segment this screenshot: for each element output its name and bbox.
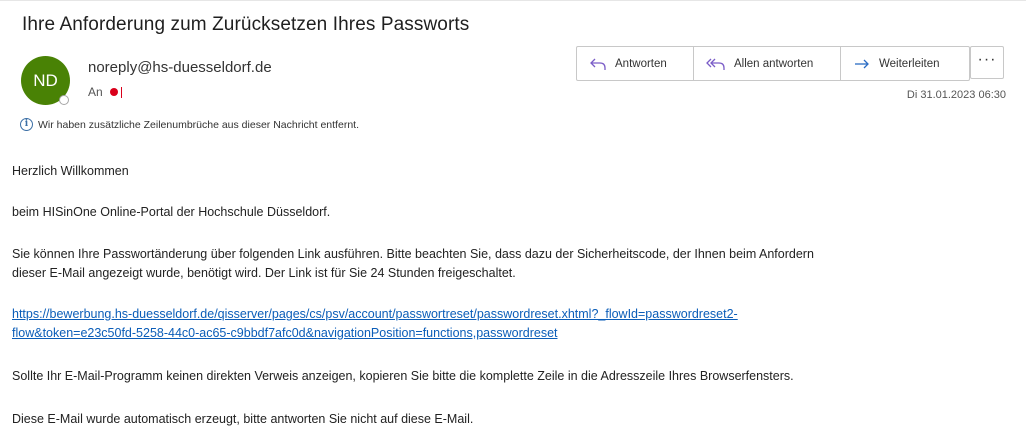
reply-all-button[interactable]: Allen antworten [694,47,841,80]
recipient-presence-icon[interactable] [109,88,118,96]
email-subject: Ihre Anforderung zum Zurücksetzen Ihres … [22,14,470,35]
greeting-text: Herzlich Willkommen [12,164,129,178]
info-notice-text: Wir haben zusätzliche Zeilenumbrüche aus… [38,118,359,131]
top-divider [0,0,1026,1]
info-icon: i [20,118,33,131]
reply-all-icon [706,58,725,70]
body-line: Sie können Ihre Passwortänderung über fo… [12,247,814,261]
to-label: An [88,85,103,99]
forward-label: Weiterleiten [879,57,940,70]
email-date: Di 31.01.2023 06:30 [906,89,1006,101]
reply-button[interactable]: Antworten [577,47,694,80]
reset-link-line1[interactable]: https://bewerbung.hs-duesseldorf.de/qiss… [12,305,738,324]
body-line: dieser E-Mail angezeigt wurde, benötigt … [12,266,516,280]
sender-address[interactable]: noreply@hs-duesseldorf.de [88,59,272,76]
reply-all-label: Allen antworten [734,57,814,70]
body-line: Sollte Ihr E-Mail-Programm keinen direkt… [12,369,794,383]
reply-icon [590,58,606,70]
body-line: beim HISinOne Online-Portal der Hochschu… [12,205,331,219]
forward-icon [855,59,869,68]
body-line: Diese E-Mail wurde automatisch erzeugt, … [12,412,474,426]
reset-link-line2[interactable]: flow&token=e23c50fd-5258-44c0-ac65-c9bbd… [12,324,558,343]
reply-toolbar: Antworten Allen antworten Weiterleiten [576,46,970,81]
presence-status-icon [59,95,69,105]
recipient-row: An [88,85,123,99]
recipient-marker [120,86,123,98]
forward-button[interactable]: Weiterleiten [841,47,969,80]
more-actions-button[interactable]: ··· [970,46,1004,79]
reply-label: Antworten [615,57,667,70]
info-notice: i Wir haben zusätzliche Zeilenumbrüche a… [20,118,359,131]
